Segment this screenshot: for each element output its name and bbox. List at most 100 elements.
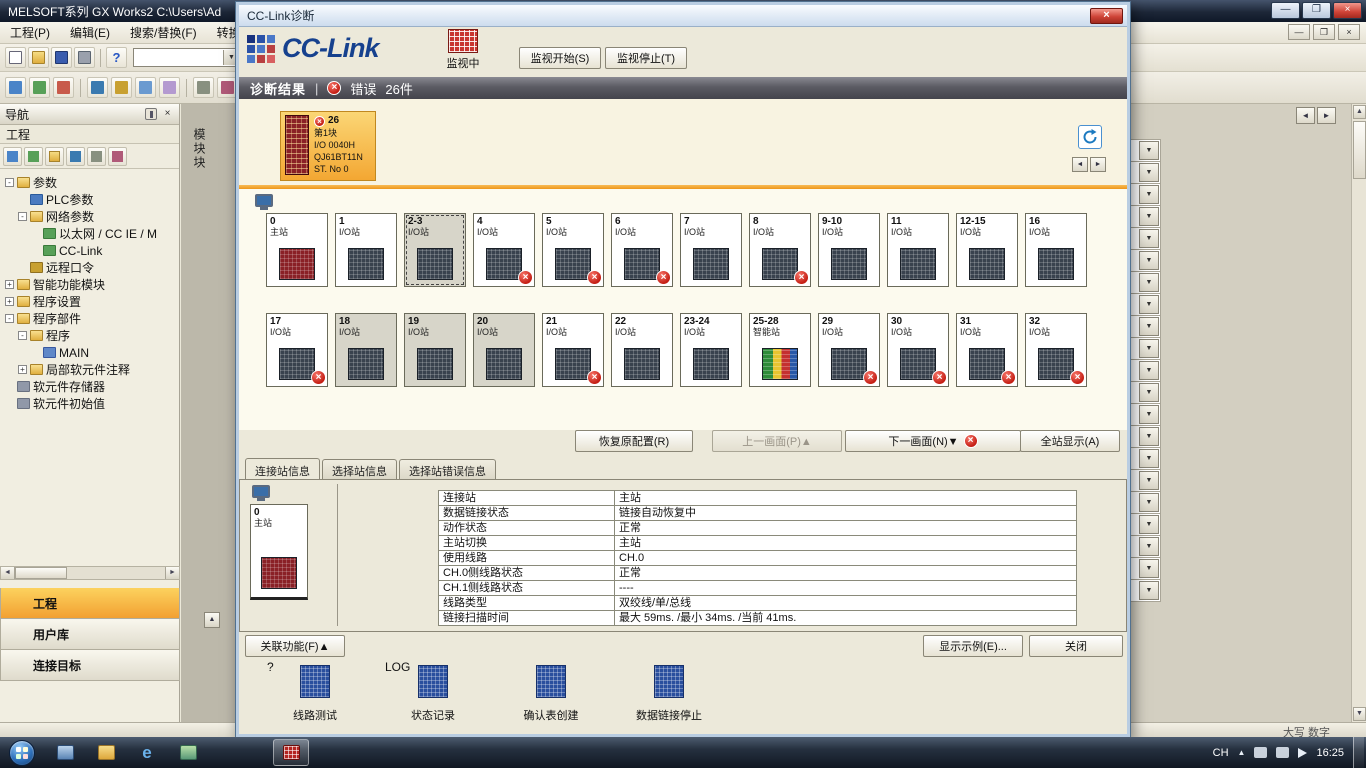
dropdown-arrow-icon[interactable]: ▼ [1139,251,1159,270]
station-card[interactable]: 7 I/O站 × [680,213,742,287]
dropdown-arrow-icon[interactable]: ▼ [1139,185,1159,204]
tree-item[interactable]: + 智能功能模块 [0,276,179,293]
dropdown-arrow-icon[interactable]: ▼ [1139,207,1159,226]
scroll-up-icon[interactable]: ▲ [204,612,220,628]
toolbar-icon[interactable] [66,147,85,166]
navigation-close-icon[interactable]: × [161,108,174,121]
tree-expand-toggle[interactable]: - [5,314,14,323]
navigation-mode-button[interactable]: 用户库 [0,619,180,650]
dropdown-arrow-icon[interactable]: ▼ [1139,471,1159,490]
dropdown-arrow-icon[interactable]: ▼ [1139,537,1159,556]
volume-icon[interactable] [1276,747,1289,758]
toolbar-icon[interactable] [108,147,127,166]
tree-item[interactable]: MAIN [0,344,179,361]
module-next-icon[interactable]: ► [1090,157,1106,172]
save-project-icon[interactable] [51,47,72,68]
dropdown-arrow-icon[interactable]: ▼ [1139,405,1159,424]
station-card[interactable]: 20 I/O站 × [473,313,535,387]
dropdown-arrow-icon[interactable]: ▼ [1139,317,1159,336]
tree-item[interactable]: - 参数 [0,174,179,191]
station-card[interactable]: 8 I/O站 × [749,213,811,287]
tree-item[interactable]: + 局部软元件注释 [0,361,179,378]
station-card[interactable]: 23-24 I/O站 × [680,313,742,387]
tree-item[interactable]: CC-Link [0,242,179,259]
toolbar-icon[interactable] [87,147,106,166]
dropdown-arrow-icon[interactable]: ▼ [1139,163,1159,182]
toolbar-icon[interactable] [45,147,64,166]
station-card[interactable]: 30 I/O站 × [887,313,949,387]
tree-expand-toggle[interactable] [5,382,14,391]
info-tab[interactable]: 连接站信息 [245,458,320,479]
station-card[interactable]: 2-3 I/O站 × [404,213,466,287]
show-desktop-button[interactable] [1353,737,1364,768]
mdi-minimize-button[interactable]: — [1288,24,1310,40]
station-card[interactable]: 4 I/O站 × [473,213,535,287]
toolbar-icon[interactable] [53,77,74,98]
station-card[interactable]: 19 I/O站 × [404,313,466,387]
refresh-button[interactable] [1078,125,1102,149]
hidden-icons-arrow[interactable]: ▲ [1238,748,1246,757]
station-card[interactable]: 29 I/O站 × [818,313,880,387]
close-button[interactable]: × [1333,2,1362,19]
ime-language-indicator[interactable]: CH [1213,747,1229,759]
toolbar-icon[interactable] [5,77,26,98]
vertical-scrollbar[interactable]: ▲ ▼ [1351,104,1366,722]
station-card[interactable]: 6 I/O站 × [611,213,673,287]
tree-item[interactable]: 软元件存储器 [0,378,179,395]
tree-expand-toggle[interactable] [18,263,27,272]
tree-item[interactable]: + 程序设置 [0,293,179,310]
tree-expand-toggle[interactable] [31,229,40,238]
station-card[interactable]: 22 I/O站 × [611,313,673,387]
help-icon[interactable]: ? [106,47,127,68]
start-button[interactable] [9,740,35,766]
related-functions-button[interactable]: 关联功能(F)▲ [245,635,345,657]
dropdown-arrow-icon[interactable]: ▼ [1139,295,1159,314]
tree-expand-toggle[interactable]: - [18,331,27,340]
info-tab[interactable]: 选择站信息 [322,459,397,479]
info-tab[interactable]: 选择站错误信息 [399,459,496,479]
menu-item[interactable]: 工程(P) [0,21,60,44]
navigation-mode-button[interactable]: 连接目标 [0,650,180,681]
horizontal-scrollbar[interactable]: ◄ ► [0,566,180,580]
selected-module-card[interactable]: × 26 第1块 I/O 0040H QJ61BT11N ST. No 0 [280,111,376,181]
scrollbar-thumb[interactable] [15,567,67,579]
taskbar-viewer-icon[interactable] [170,739,206,766]
show-all-stations-button[interactable]: 全站显示(A) [1020,430,1120,452]
tree-expand-toggle[interactable] [31,246,40,255]
minimize-button[interactable]: — [1271,2,1300,19]
station-card[interactable]: 25-28 智能站 × [749,313,811,387]
tool-item[interactable]: LOG 状态记录 [385,660,481,734]
next-screen-button[interactable]: 下一画面(N)▼ × [845,430,1021,452]
station-card[interactable]: 12-15 I/O站 × [956,213,1018,287]
action-center-icon[interactable] [1298,748,1307,758]
tree-item[interactable]: 远程口令 [0,259,179,276]
station-card[interactable]: 18 I/O站 × [335,313,397,387]
menu-item[interactable]: 搜索/替换(F) [120,21,207,44]
tree-item[interactable]: PLC参数 [0,191,179,208]
previous-screen-button[interactable]: 上一画面(P)▲ [712,430,842,452]
dropdown-arrow-icon[interactable]: ▼ [1139,515,1159,534]
restore-config-button[interactable]: 恢复原配置(R) [575,430,693,452]
dropdown-arrow-icon[interactable]: ▼ [1139,493,1159,512]
monitor-stop-button[interactable]: 监视停止(T) [605,47,687,69]
dropdown-arrow-icon[interactable]: ▼ [1139,581,1159,600]
tool-item[interactable]: 确认表创建 [503,660,599,734]
dropdown-arrow-icon[interactable]: ▼ [1139,229,1159,248]
dropdown-arrow-icon[interactable]: ▼ [1139,383,1159,402]
station-card[interactable]: 31 I/O站 × [956,313,1018,387]
toolbar-icon[interactable] [24,147,43,166]
mdi-restore-button[interactable]: ❐ [1313,24,1335,40]
dropdown-arrow-icon[interactable]: ▼ [1139,273,1159,292]
tree-item[interactable]: - 程序 [0,327,179,344]
tree-item[interactable]: 以太网 / CC IE / M [0,225,179,242]
network-icon[interactable] [1254,747,1267,758]
station-card[interactable]: 11 I/O站 × [887,213,949,287]
mdi-close-button[interactable]: × [1338,24,1360,40]
navigation-mode-button[interactable]: 工程 [0,588,180,619]
tool-item[interactable]: 数据链接停止 [621,660,717,734]
scroll-left-icon[interactable]: ◄ [1,567,15,579]
tree-expand-toggle[interactable] [5,399,14,408]
station-card[interactable]: 1 I/O站 × [335,213,397,287]
scroll-right-icon[interactable]: ► [1317,107,1336,124]
station-card[interactable]: 9-10 I/O站 × [818,213,880,287]
